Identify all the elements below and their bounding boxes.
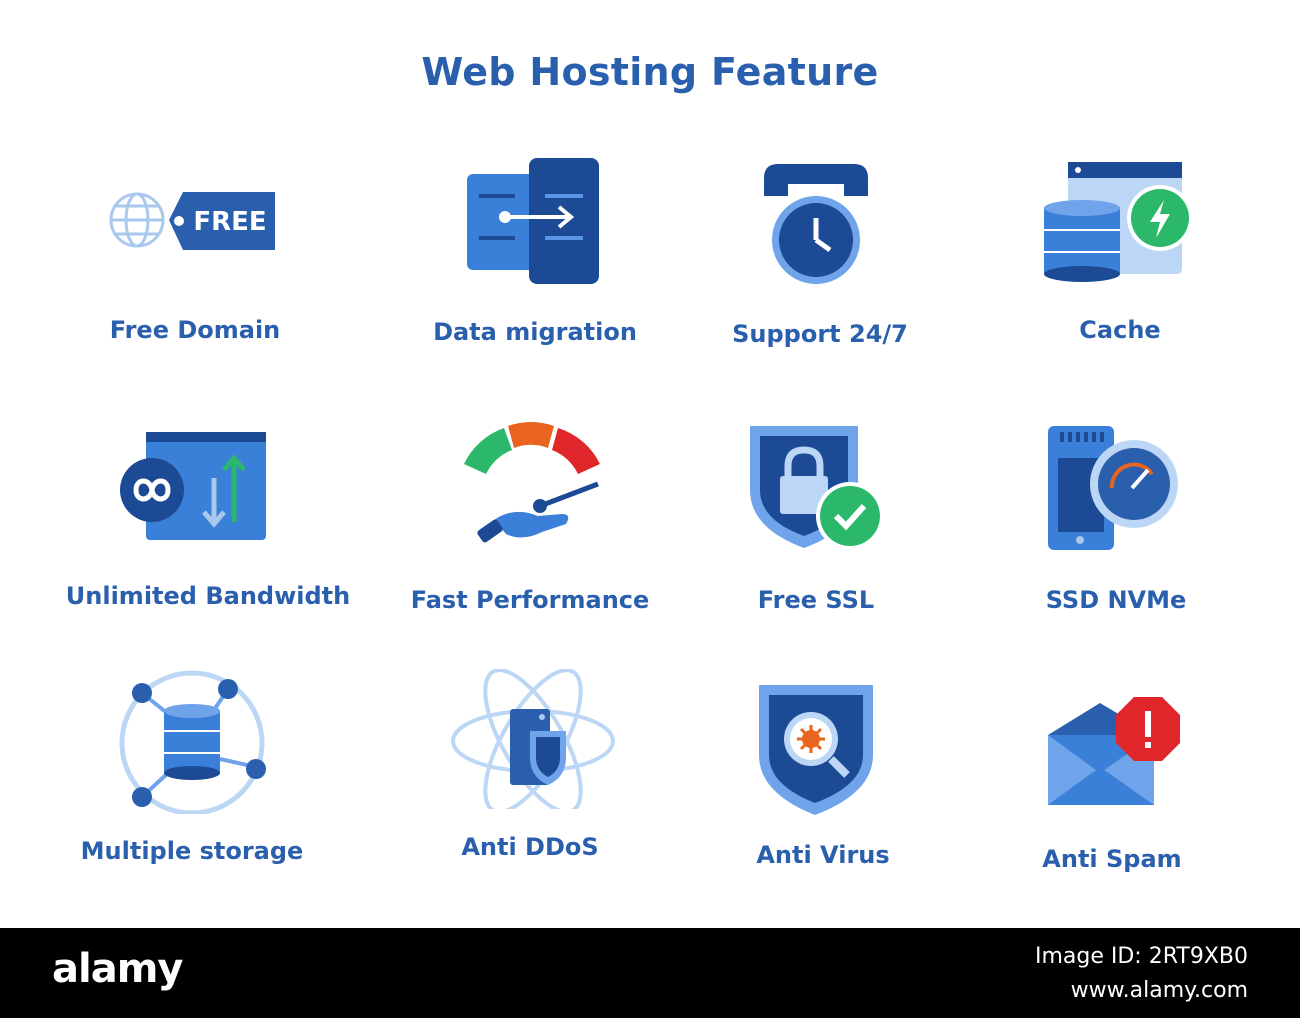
atom-server-shield-icon [451,669,615,809]
feature-cache: Cache [970,150,1270,360]
footer-info: Image ID: 2RT9XB0 www.alamy.com [1035,940,1248,1008]
database-network-icon [119,670,266,814]
infinity-arrows-icon [120,432,266,540]
shield-virus-search-icon [759,685,873,815]
website-text: www.alamy.com [1070,978,1248,1003]
feature-label: Cache [1079,316,1161,344]
feature-free-domain: FREE Free Domain [45,150,345,360]
feature-anti-ddos: Anti DDoS [380,665,680,880]
phone-clock-icon [764,164,868,284]
feature-fast-performance: Fast Performance [380,420,680,620]
feature-label: Anti DDoS [461,833,599,861]
feature-label: SSD NVMe [1045,586,1187,614]
free-badge-text: FREE [193,207,266,237]
feature-label: Fast Performance [410,586,650,614]
feature-label: Unlimited Bandwidth [65,582,351,610]
database-lightning-icon [1044,162,1193,282]
envelope-warning-icon [1048,697,1180,805]
alamy-logo: alamy [52,946,183,992]
feature-multiple-storage: Multiple storage [42,665,342,880]
globe-tag-icon: FREE [109,192,275,250]
data-migration-icon [467,158,599,284]
feature-label: Free Domain [109,316,281,344]
feature-label: Anti Spam [1042,845,1182,873]
shield-lock-check-icon [750,426,884,550]
feature-ssd-nvme: SSD NVMe [966,420,1266,620]
feature-anti-spam: Anti Spam [962,665,1262,880]
feature-data-migration: Data migration [385,150,685,360]
speedometer-hand-icon [464,422,600,543]
feature-unlimited-bandwidth: Unlimited Bandwidth [58,420,358,620]
footer-bar: alamy Image ID: 2RT9XB0 www.alamy.com [0,928,1300,1018]
feature-anti-virus: Anti Virus [673,665,973,880]
feature-label: Free SSL [757,586,875,614]
feature-label: Anti Virus [756,841,890,869]
feature-label: Data migration [433,318,637,346]
page-title: Web Hosting Feature [421,50,879,94]
feature-label: Support 24/7 [732,320,908,348]
feature-free-ssl: Free SSL [666,420,966,620]
feature-label: Multiple storage [80,837,304,865]
image-id-text: Image ID: 2RT9XB0 [1034,944,1248,969]
ssd-gauge-icon [1048,426,1178,550]
feature-support: Support 24/7 [670,150,970,360]
